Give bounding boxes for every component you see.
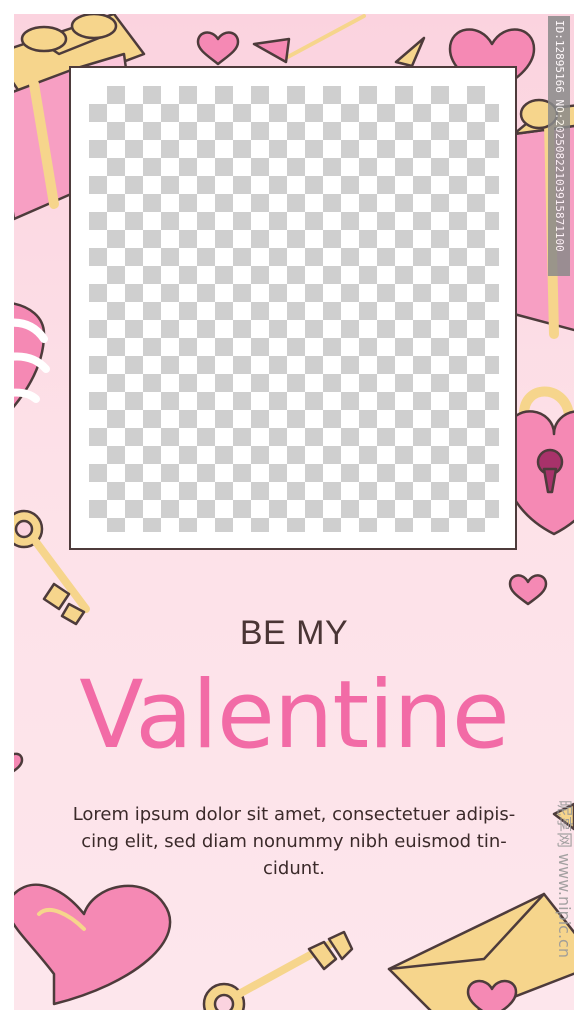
body-line: cidunt.: [263, 858, 325, 879]
watermark-id: ID:12895166 NO:20250822103915871100: [548, 16, 570, 276]
body-line: Lorem ipsum dolor sit amet, consectetuer…: [72, 804, 516, 825]
heading-be-my: BE MY: [239, 614, 349, 652]
envelope-icon: [387, 892, 574, 1010]
arrow-icon: [252, 14, 366, 64]
striped-heart-icon: [14, 302, 50, 409]
photo-placeholder[interactable]: [89, 86, 499, 532]
watermark-site: 昵享网 www.nipic.cn: [552, 800, 582, 1010]
watermark-site-text: 昵享网 www.nipic.cn: [555, 800, 574, 958]
body-text: Lorem ipsum dolor sit amet, consectetuer…: [62, 801, 526, 882]
bottom-heart-icon: [14, 883, 172, 1006]
watermark-id-text: ID:12895166 NO:20250822103915871100: [553, 20, 566, 252]
heading-valentine: Valentine: [79, 661, 510, 770]
body-line: cing elit, sed diam nonummy nibh euismod…: [81, 831, 507, 852]
photo-frame: [69, 66, 517, 550]
small-heart-icon: [196, 31, 240, 66]
small-heart-right-icon: [508, 574, 548, 606]
valentine-card: BE MY Valentine Lorem ipsum dolor sit am…: [14, 14, 574, 1010]
pencil-icon: [394, 36, 426, 68]
bottom-key-icon: [202, 930, 354, 1010]
